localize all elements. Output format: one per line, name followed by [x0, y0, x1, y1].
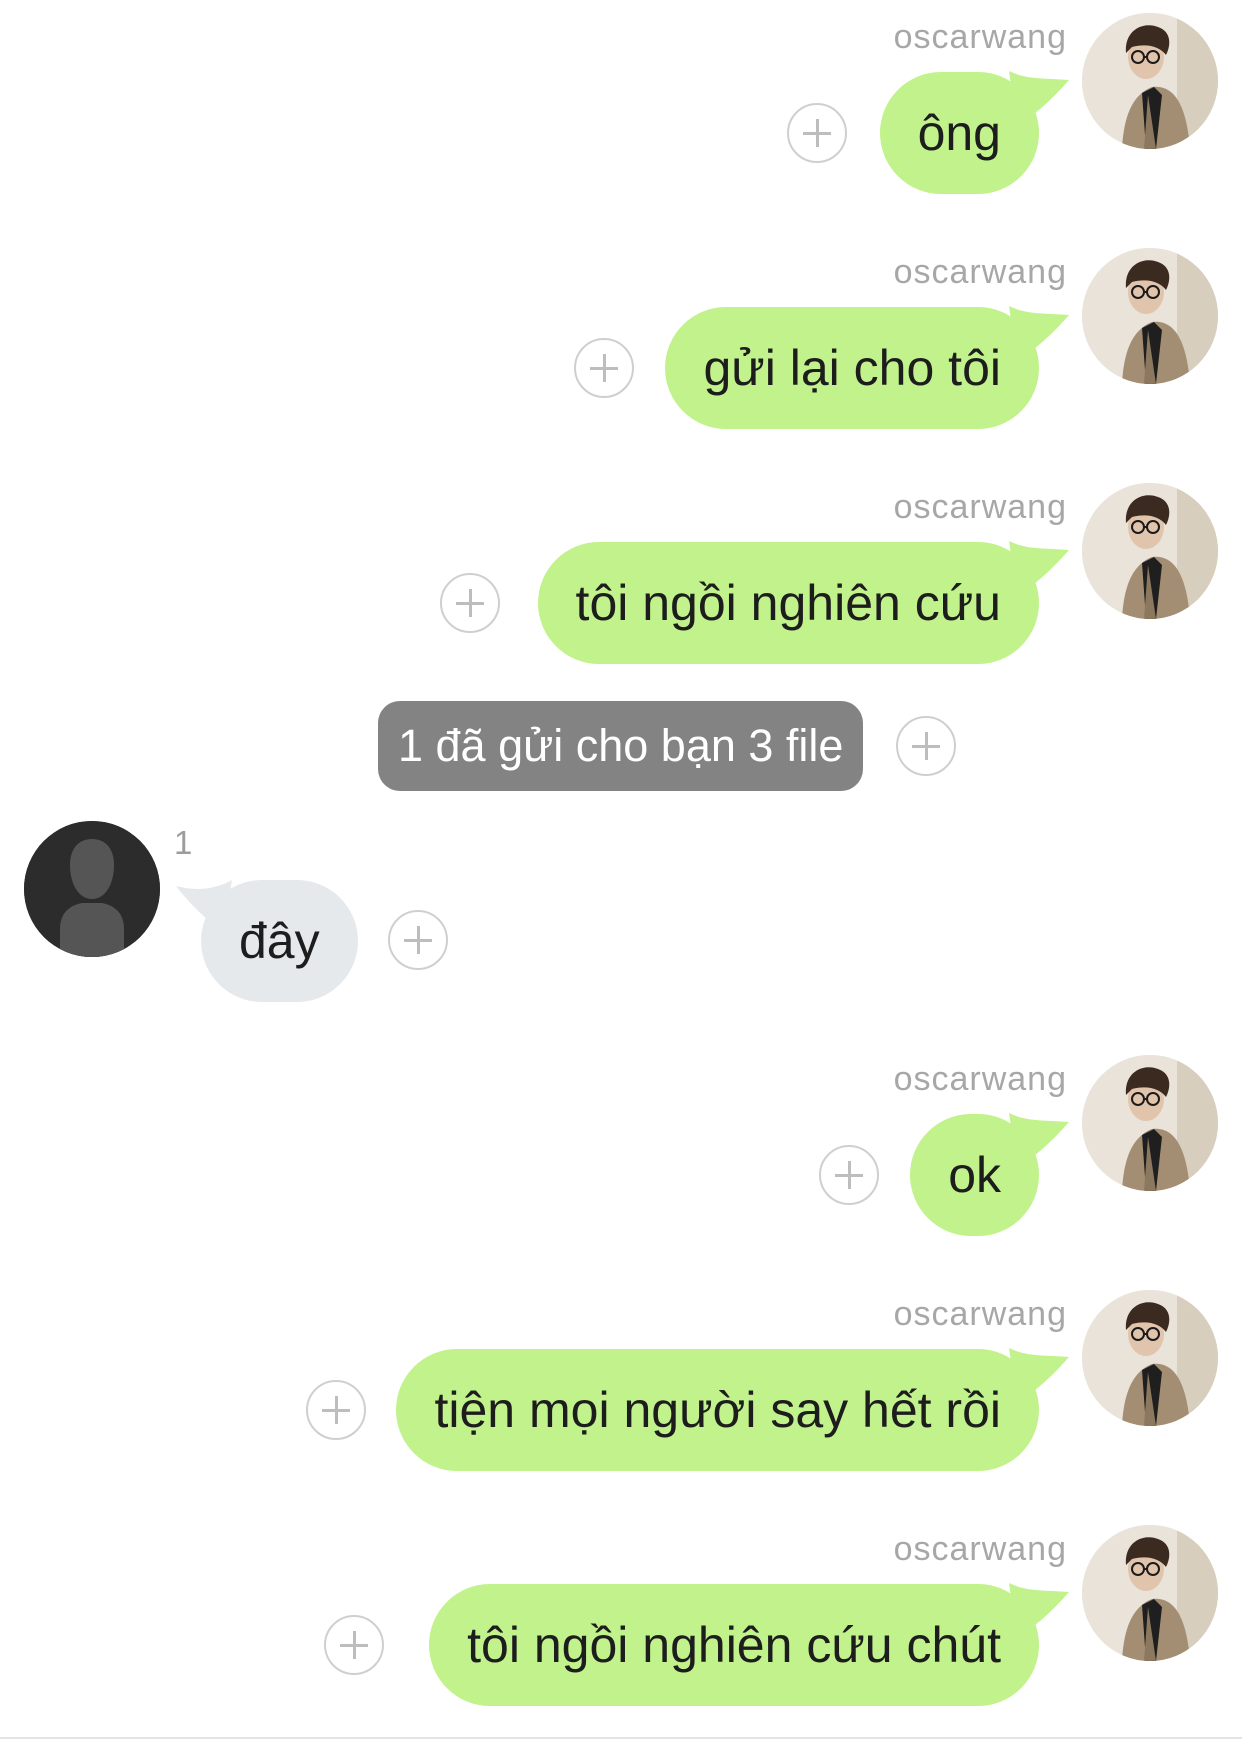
sender-name: oscarwang [893, 18, 1067, 56]
sender-avatar[interactable] [1082, 248, 1218, 384]
plus-circle-icon[interactable] [440, 573, 500, 633]
plus-circle-icon[interactable] [787, 103, 847, 163]
plus-circle-icon[interactable] [819, 1145, 879, 1205]
message-bubble[interactable]: đây [201, 880, 358, 1002]
message-bubble[interactable]: tiện mọi người say hết rồi [396, 1349, 1039, 1471]
sender-name: oscarwang [893, 1060, 1067, 1098]
plus-circle-icon[interactable] [574, 338, 634, 398]
message-bubble[interactable]: gửi lại cho tôi [665, 307, 1039, 429]
default-silhouette-avatar [24, 821, 160, 957]
sender-name: oscarwang [893, 488, 1067, 526]
divider [0, 1737, 1242, 1739]
plus-circle-icon[interactable] [388, 910, 448, 970]
system-file-notice[interactable]: 1 đã gửi cho bạn 3 file [378, 701, 864, 791]
sender-avatar[interactable] [1082, 1055, 1218, 1191]
sender-name: oscarwang [893, 1295, 1067, 1333]
message-bubble[interactable]: ông [879, 72, 1039, 194]
message-bubble[interactable]: tôi ngồi nghiên cứu chút [429, 1584, 1039, 1706]
contact-avatar[interactable] [24, 821, 160, 957]
message-bubble[interactable]: tôi ngồi nghiên cứu [537, 542, 1039, 664]
sender-avatar[interactable] [1082, 483, 1218, 619]
sender-name: oscarwang [893, 1530, 1067, 1568]
plus-circle-icon[interactable] [896, 716, 956, 776]
plus-circle-icon[interactable] [306, 1380, 366, 1440]
sender-avatar[interactable] [1082, 1290, 1218, 1426]
read-count: 1 [174, 824, 193, 861]
message-bubble[interactable]: ok [910, 1114, 1039, 1236]
sender-avatar[interactable] [1082, 13, 1218, 149]
sender-name: oscarwang [893, 253, 1067, 291]
sender-avatar[interactable] [1082, 1525, 1218, 1661]
plus-circle-icon[interactable] [324, 1615, 384, 1675]
